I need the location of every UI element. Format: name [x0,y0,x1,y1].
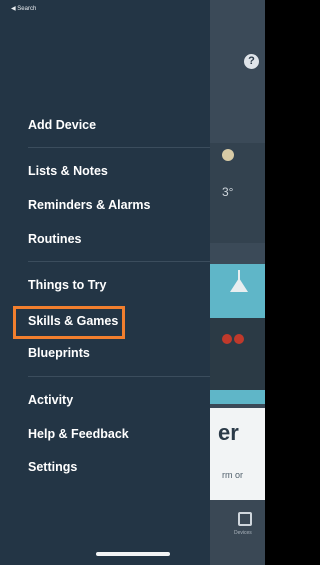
menu-item-skills-games[interactable]: Skills & Games [28,314,118,328]
screen: ? 3° er rm or Devices ◀ Search Add Devic… [0,0,265,565]
info-card-title: er [218,420,239,445]
menu-item-add-device[interactable]: Add Device [28,118,96,132]
home-indicator[interactable] [96,552,170,556]
lamp-icon [230,278,248,292]
navigation-drawer: ◀ Search Add Device Lists & Notes Remind… [0,0,210,565]
divider [28,147,210,148]
menu-item-lists-notes[interactable]: Lists & Notes [28,164,108,178]
menu-item-help-feedback[interactable]: Help & Feedback [28,427,129,441]
back-to-search[interactable]: ◀ Search [11,5,36,12]
divider [28,261,210,262]
menu-item-routines[interactable]: Routines [28,232,81,246]
temperature-text: 3° [222,185,234,199]
menu-item-activity[interactable]: Activity [28,393,73,407]
menu-item-things-to-try[interactable]: Things to Try [28,278,106,292]
weather-card[interactable] [205,143,265,243]
info-card-subtitle: rm or [222,470,243,480]
tab-devices-label[interactable]: Devices [234,530,252,536]
devices-icon[interactable] [238,512,252,526]
promo-panel [205,318,265,390]
red-ball-icon [234,334,244,344]
weather-icon [222,149,234,161]
divider [28,376,210,377]
menu-item-settings[interactable]: Settings [28,460,77,474]
help-icon[interactable]: ? [244,54,259,69]
menu-item-reminders-alarms[interactable]: Reminders & Alarms [28,198,151,212]
menu-item-blueprints[interactable]: Blueprints [28,346,90,360]
red-ball-icon [222,334,232,344]
